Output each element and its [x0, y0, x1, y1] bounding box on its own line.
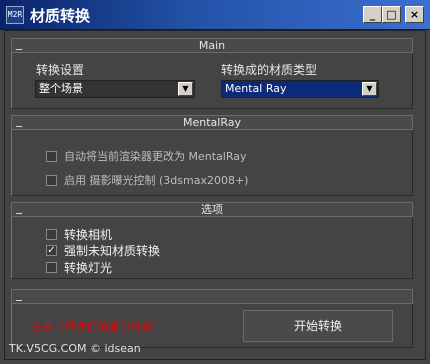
collapse-icon: _ [16, 287, 22, 301]
force-unknown-option[interactable]: ✓ 强制未知材质转换 [46, 242, 160, 259]
exposure-control-label: 启用 摄影曝光控制 (3dsmax2008+) [64, 174, 249, 187]
convert-scope-value: 整个场景 [39, 82, 83, 95]
mentalray-rollout-header[interactable]: _ MentalRay [11, 113, 413, 130]
force-unknown-checkbox[interactable]: ✓ [46, 245, 57, 256]
maximize-button[interactable]: □ [382, 6, 401, 23]
options-rollout-header[interactable]: _ 选项 [11, 200, 413, 217]
title-bar[interactable]: M2R 材质转换 _ □ × [0, 0, 430, 30]
auto-renderer-checkbox[interactable] [46, 150, 57, 162]
main-rollout-header[interactable]: _ Main [11, 36, 413, 53]
convert-settings-label: 转换设置 [36, 63, 85, 77]
close-button[interactable]: × [405, 6, 424, 23]
footer-credit: TK.V5CG.COM © idsean [9, 342, 141, 355]
options-rollout-title: 选项 [201, 203, 223, 216]
bottom-rollout-header[interactable]: _ [11, 287, 413, 304]
dropdown-arrow-icon[interactable]: ▼ [362, 82, 377, 96]
convert-camera-label: 转换相机 [64, 228, 113, 242]
auto-renderer-option[interactable]: 自动将当前渲染器更改为 MentalRay [46, 148, 247, 164]
main-rollout-title: Main [198, 39, 226, 52]
convert-scope-dropdown[interactable]: 整个场景 ▼ [35, 80, 195, 98]
auto-renderer-label: 自动将当前渲染器更改为 MentalRay [64, 150, 247, 163]
convert-lights-checkbox[interactable] [46, 262, 57, 273]
backup-warning: 注意: [转换前请备份场景] [31, 320, 157, 333]
dropdown-arrow-icon[interactable]: ▼ [178, 82, 193, 96]
force-unknown-label: 强制未知材质转换 [64, 244, 161, 258]
material-type-value: Mental Ray [225, 82, 287, 95]
app-icon: M2R [6, 6, 24, 24]
window-title: 材质转换 [30, 7, 91, 25]
exposure-control-option[interactable]: 启用 摄影曝光控制 (3dsmax2008+) [46, 172, 248, 188]
target-type-label: 转换成的材质类型 [221, 63, 318, 77]
convert-camera-checkbox[interactable] [46, 229, 57, 240]
convert-lights-label: 转换灯光 [64, 261, 113, 275]
exposure-control-checkbox[interactable] [46, 174, 57, 186]
convert-lights-option[interactable]: 转换灯光 [46, 259, 112, 276]
minimize-button[interactable]: _ [363, 6, 382, 23]
start-convert-button[interactable]: 开始转换 [243, 310, 393, 342]
convert-camera-option[interactable]: 转换相机 [46, 226, 112, 243]
mentalray-rollout-title: MentalRay [183, 116, 241, 129]
material-type-dropdown[interactable]: Mental Ray ▼ [221, 80, 379, 98]
